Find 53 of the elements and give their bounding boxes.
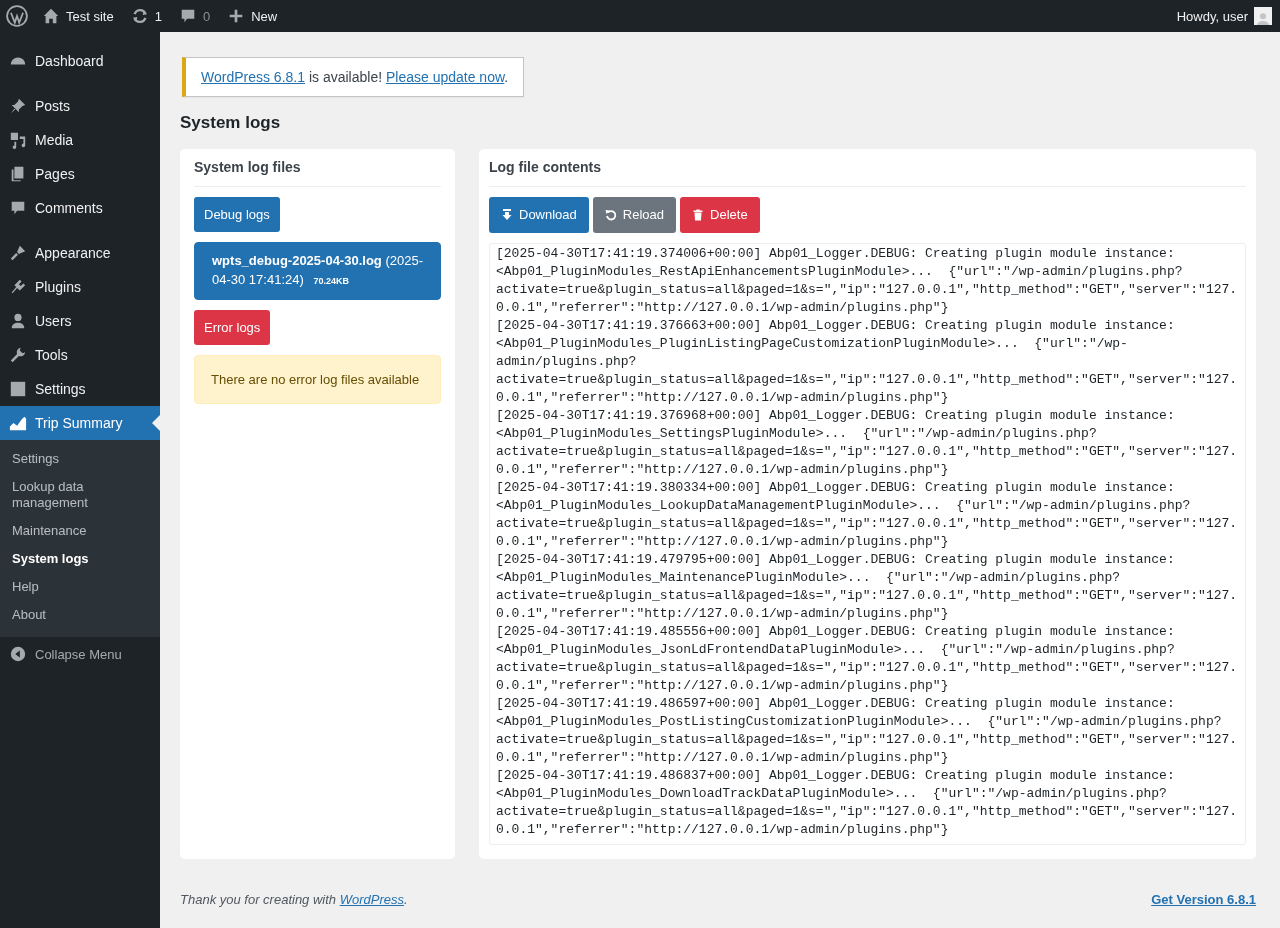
- new-link[interactable]: New: [227, 7, 278, 25]
- collapse-icon: [9, 645, 27, 663]
- log-text-area: [2025-04-30T17:41:19.374006+00:00] Abp01_Logger.DEBUG: Creating plugin module instance: <Abp01_PluginModules_RestApiEnhancementsPluginModule>... {"url":"/wp-admin/plugins.php?activate=true&plugin_status=all&paged=1&s=","ip":"127.0.0.1","http_method":"GET","server":"127.0.0.1","referrer":"http://127.0.0.1/wp-admin/plugins.php"} [2025-04-30T17:41:19.376663+00:00] Abp01_Logger.DEBUG: Creating plugin module instance: <Abp01_PluginModules_PluginListingPageCustomizationPluginModule>... {"url":"/wp-admin/plugins.php?activate=true&plugin_status=all&paged=1&s=","ip":"127.0.0.1","http_method":"GET","server":"127.0.0.1","referrer":"http://127.0.0.1/wp-admin/plugins.php"} [2025-04-30T17:41:19.376968+00:00] Abp01_Logger.DEBUG: Creating plugin module instance: <Abp01_PluginModules_SettingsPluginModule>... {"url":"/wp-admin/plugins.php?activate=true&plugin_status=all&paged=1&s=","ip":"127.0.0.1","http_method":"GET","server":"127.0.0.1","referrer":"http://127.0.0.1/wp-admin/plugins.php"} [2025-04-30T17:41:19.380334+00:00] Abp01_Logger.DEBUG: Creating plugin module instance: <Abp01_PluginModules_LookupDataManagementPluginModule>... {"url":"/wp-admin/plugins.php?activate=true&plugin_status=all&paged=1&s=","ip":"127.0.0.1","http_method":"GET","server":"127.0.0.1","referrer":"http://127.0.0.1/wp-admin/plugins.php"} [2025-04-30T17:41:19.479795+00:00] Abp01_Logger.DEBUG: Creating plugin module instance: <Abp01_PluginModules_MaintenancePluginModule>... {"url":"/wp-admin/plugins.php?activate=true&plugin_status=all&paged=1&s=","ip":"127.0.0.1","http_method":"GET","server":"127.0.0.1","referrer":"http://127.0.0.1/wp-admin/plugins.php"} [2025-04-30T17:41:19.485556+00:00] Abp01_Logger.DEBUG: Creating plugin module instance: <Abp01_PluginModules_JsonLdFrontendDataPluginModule>... {"url":"/wp-admin/plugins.php?activate=true&plugin_status=all&paged=1&s=","ip":"127.0.0.1","http_method":"GET","server":"127.0.0.1","referrer":"http://127.0.0.1/wp-admin/plugins.php"} [2025-04-30T17:41:19.486597+00:00] Abp01_Logger.DEBUG: Creating plugin module instance: <Abp01_PluginModules_PostListingCustomizationPluginModule>... {"url":"/wp-admin/plugins.php?activate=true&plugin_status=all&paged=1&s=","ip":"127.0.0.1","http_method":"GET","server":"127.0.0.1","referrer":"http://127.0.0.1/wp-admin/plugins.php"} [2025-04-30T17:41:19.486837+00:00] Abp01_Logger.DEBUG: Creating plugin module instance: <Abp01_PluginModules_DownloadTrackDataPluginModule>... {"url":"/wp-admin/plugins.php?activate=true&plugin_status=all&paged=1&s=","ip":"127.0.0.1","http_method":"GET","server":"127.0.0.1","referrer":"http://127.0.0.1/wp-admin/plugins.php"}: [489, 243, 1246, 845]
- wrench-icon: [9, 346, 27, 364]
- menu-item[interactable]: Posts: [0, 89, 160, 123]
- user-greeting[interactable]: Howdy, user: [1176, 8, 1248, 24]
- panel-title: Log file contents: [489, 149, 1246, 187]
- wordpress-version-link[interactable]: WordPress 6.8.1: [201, 69, 305, 85]
- wordpress-logo-icon[interactable]: [6, 5, 28, 27]
- submenu-item[interactable]: About: [0, 601, 160, 629]
- updates-link[interactable]: 1: [130, 7, 162, 25]
- menu-item[interactable]: Appearance: [0, 236, 160, 270]
- download-button[interactable]: Download: [489, 197, 589, 233]
- submenu-item[interactable]: System logs: [0, 545, 160, 573]
- menu-item[interactable]: Settings: [0, 372, 160, 406]
- speech-bubble-icon: [9, 199, 27, 217]
- delete-button[interactable]: Delete: [680, 197, 760, 233]
- submenu-item[interactable]: Maintenance: [0, 517, 160, 545]
- menu-item[interactable]: Plugins: [0, 270, 160, 304]
- site-link[interactable]: Test site: [42, 7, 114, 25]
- submenu-item[interactable]: Lookup data management: [0, 473, 160, 517]
- footer-text: Thank you for creating with WordPress.: [180, 891, 408, 907]
- chart-icon: [9, 414, 27, 432]
- plug-icon: [9, 278, 27, 296]
- brush-icon: [9, 244, 27, 262]
- media-icon: [9, 131, 27, 149]
- menu-item[interactable]: Pages: [0, 157, 160, 191]
- user-icon: [9, 312, 27, 330]
- reload-button[interactable]: Reload: [592, 197, 677, 233]
- pin-icon: [9, 97, 27, 115]
- log-file-item[interactable]: wpts_debug-2025-04-30.log (2025-04-30 17:41:24) 70.24KB: [194, 242, 441, 300]
- menu-item[interactable]: Trip Summary: [0, 406, 160, 440]
- wordpress-link[interactable]: WordPress: [339, 891, 404, 907]
- update-message: WordPress 6.8.1 is available! Please update now.: [201, 69, 509, 85]
- debug-logs-button[interactable]: Debug logs: [194, 197, 280, 232]
- comments-link[interactable]: 0: [178, 7, 211, 25]
- panel-title: System log files: [194, 149, 441, 187]
- download-icon: [501, 209, 513, 221]
- submenu-item[interactable]: Settings: [0, 445, 160, 473]
- menu-item[interactable]: Dashboard: [0, 44, 160, 78]
- page-title: System logs: [180, 113, 282, 133]
- menu-item[interactable]: Tools: [0, 338, 160, 372]
- menu-item[interactable]: Media: [0, 123, 160, 157]
- empty-message: There are no error log files available: [194, 355, 441, 404]
- submenu-item[interactable]: Help: [0, 573, 160, 601]
- error-logs-button[interactable]: Error logs: [194, 310, 271, 345]
- get-version-link[interactable]: Get Version 6.8.1: [1151, 891, 1256, 907]
- trash-icon: [692, 209, 705, 221]
- menu-item[interactable]: Comments: [0, 191, 160, 225]
- home-icon: [42, 7, 60, 25]
- reload-icon: [604, 209, 617, 221]
- menu-item[interactable]: Users: [0, 304, 160, 338]
- collapse-menu-button[interactable]: Collapse Menu: [0, 637, 160, 671]
